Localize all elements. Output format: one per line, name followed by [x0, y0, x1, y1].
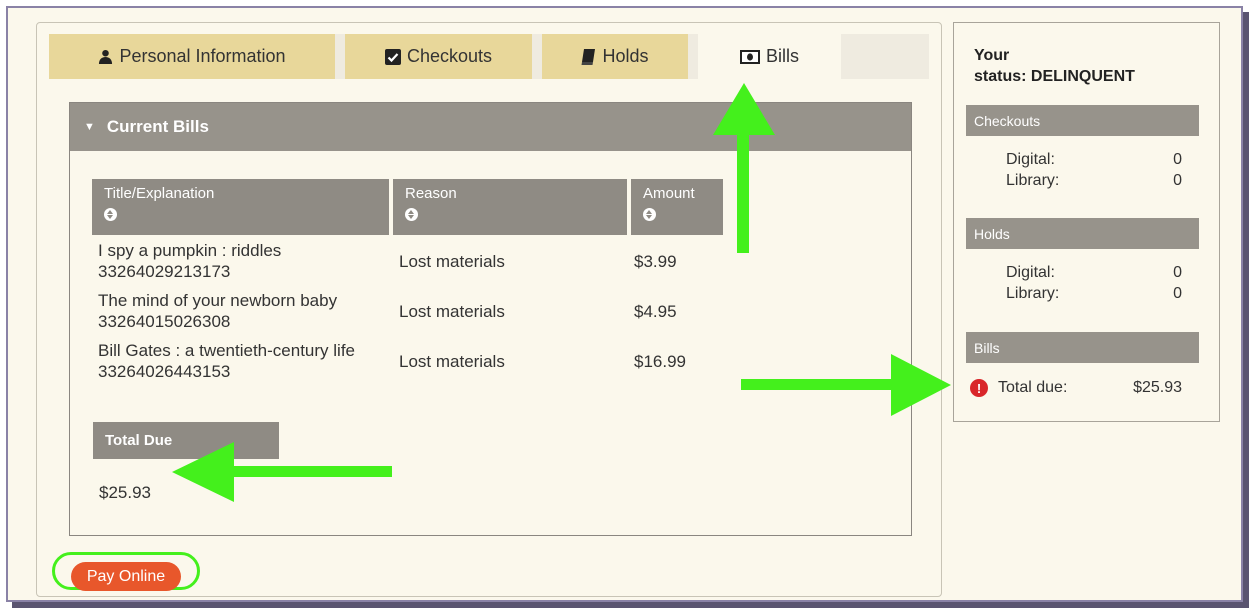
- caret-down-icon: ▼: [84, 121, 95, 133]
- row-value: 0: [1173, 285, 1182, 302]
- row-label: Digital:: [1006, 264, 1055, 281]
- tab-personal-information[interactable]: Personal Information: [49, 34, 335, 79]
- column-header-title[interactable]: Title/Explanation: [92, 179, 389, 235]
- tab-label: Personal Information: [119, 46, 286, 66]
- sort-icon[interactable]: [405, 208, 418, 221]
- account-tabs: Personal Information Checkouts Holds Bil…: [49, 34, 929, 79]
- bill-amount: $16.99: [634, 352, 686, 371]
- row-label: Digital:: [1006, 151, 1055, 168]
- bills-total-row: ! Total due: $25.93: [970, 379, 1182, 397]
- checkouts-library-row: Library: 0: [1006, 172, 1182, 190]
- money-icon: [739, 49, 760, 64]
- bill-barcode: 33264015026308: [98, 312, 231, 331]
- tab-bills[interactable]: Bills: [698, 34, 841, 79]
- bill-title: I spy a pumpkin : riddles 33264029213173: [98, 240, 281, 282]
- column-header-label: Reason: [405, 185, 457, 202]
- checkbox-icon: [384, 48, 401, 65]
- row-value: 0: [1173, 151, 1182, 168]
- bill-barcode: 33264029213173: [98, 262, 231, 281]
- alert-icon: !: [970, 379, 988, 397]
- pay-online-button[interactable]: Pay Online: [71, 562, 181, 591]
- arrow-right-annotation: [741, 354, 951, 416]
- row-label: Total due:: [998, 379, 1068, 396]
- sort-icon[interactable]: [643, 208, 656, 221]
- bill-title: Bill Gates : a twentieth-century life 33…: [98, 340, 355, 382]
- row-value: $25.93: [1133, 379, 1182, 396]
- main-panel: Personal Information Checkouts Holds Bil…: [36, 22, 942, 597]
- tab-holds[interactable]: Holds: [542, 34, 688, 79]
- bill-reason: Lost materials: [399, 302, 505, 321]
- column-header-reason[interactable]: Reason: [393, 179, 627, 235]
- holds-heading: Holds: [966, 218, 1199, 249]
- total-due-value: $25.93: [99, 483, 151, 502]
- page-frame: Personal Information Checkouts Holds Bil…: [6, 6, 1243, 602]
- bill-title-text: The mind of your newborn baby: [98, 291, 338, 310]
- book-icon: [581, 48, 596, 65]
- row-label: Library:: [1006, 172, 1060, 189]
- bill-amount: $4.95: [634, 302, 677, 321]
- status-title-line: status: DELINQUENT: [974, 68, 1135, 85]
- row-label: Library:: [1006, 285, 1060, 302]
- bills-heading: Bills: [966, 332, 1199, 363]
- holds-library-row: Library: 0: [1006, 285, 1182, 303]
- current-bills-title: Current Bills: [106, 117, 209, 136]
- bill-barcode: 33264026443153: [98, 362, 231, 381]
- tab-checkouts[interactable]: Checkouts: [345, 34, 532, 79]
- row-value: 0: [1173, 172, 1182, 189]
- sort-icon[interactable]: [104, 208, 117, 221]
- tab-label: Checkouts: [406, 46, 493, 66]
- arrow-up-annotation: [713, 83, 775, 253]
- bill-title-text: I spy a pumpkin : riddles: [98, 241, 282, 260]
- status-panel: Your status: DELINQUENT Checkouts Digita…: [953, 22, 1220, 422]
- column-header-label: Title/Explanation: [104, 185, 215, 202]
- checkouts-heading: Checkouts: [966, 105, 1199, 136]
- bill-title: The mind of your newborn baby 3326401502…: [98, 290, 337, 332]
- holds-digital-row: Digital: 0: [1006, 264, 1182, 282]
- column-header-amount[interactable]: Amount: [631, 179, 723, 235]
- row-value: 0: [1173, 264, 1182, 281]
- bill-title-text: Bill Gates : a twentieth-century life: [98, 341, 356, 360]
- user-icon: [98, 49, 113, 64]
- status-title: Your status: DELINQUENT: [974, 45, 1174, 87]
- arrow-left-annotation: [172, 442, 392, 502]
- bill-reason: Lost materials: [399, 252, 505, 271]
- status-title-line: Your: [974, 47, 1010, 64]
- tab-label: Holds: [602, 46, 649, 66]
- current-bills-header[interactable]: ▼ Current Bills: [70, 103, 911, 151]
- tab-label: Bills: [765, 46, 799, 66]
- checkouts-digital-row: Digital: 0: [1006, 151, 1182, 169]
- column-header-label: Amount: [643, 185, 695, 202]
- bill-amount: $3.99: [634, 252, 677, 271]
- bill-reason: Lost materials: [399, 352, 505, 371]
